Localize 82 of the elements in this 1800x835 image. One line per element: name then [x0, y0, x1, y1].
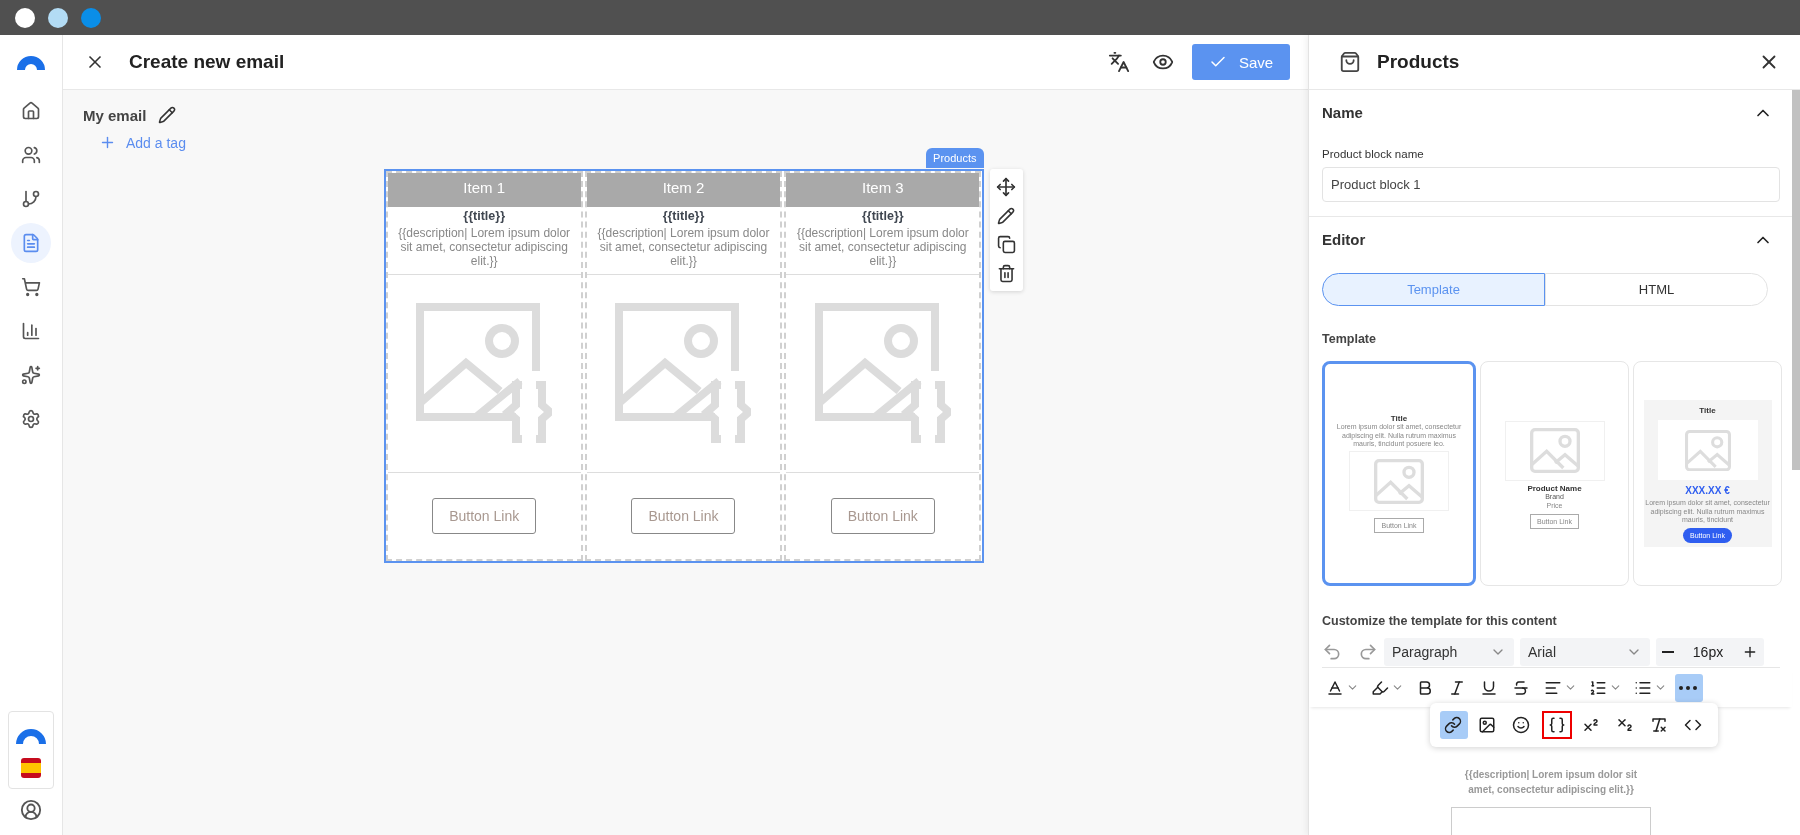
item-description: {{description| Lorem ipsum dolor sit amet, consectetur adipiscing elit.}} — [786, 223, 980, 275]
cart-icon — [21, 277, 41, 297]
text-color-icon — [1326, 678, 1344, 697]
page-title: Create new email — [129, 51, 286, 73]
item-description: {{description| Lorem ipsum dolor sit amet, consectetur adipiscing elit.}} — [586, 223, 781, 275]
pencil-icon[interactable] — [158, 106, 177, 124]
image-placeholder-icon — [1529, 428, 1580, 474]
highlight-icon — [1371, 678, 1389, 697]
block-tag: Products — [926, 148, 984, 168]
superscript-icon — [1582, 716, 1600, 734]
item-heading: Item 3 — [786, 173, 980, 207]
redo-icon[interactable] — [1358, 642, 1378, 662]
home-icon — [21, 101, 41, 121]
pencil-icon[interactable] — [997, 207, 1015, 225]
font-select[interactable]: Arial — [1520, 638, 1650, 666]
template-title: Product Name — [1527, 483, 1582, 494]
account-icon[interactable] — [20, 799, 42, 821]
settings-icon — [21, 409, 41, 429]
clear-format-icon — [1650, 716, 1668, 734]
image-placeholder-icon — [416, 302, 553, 445]
emoji-icon — [1512, 716, 1530, 734]
panel-title: Products — [1377, 51, 1461, 73]
move-icon[interactable] — [996, 177, 1016, 197]
image-placeholder-icon — [615, 302, 752, 445]
window-control[interactable] — [15, 7, 35, 28]
image-placeholder-icon — [1374, 458, 1424, 504]
font-size-control[interactable]: 16px — [1656, 638, 1764, 666]
item-title: {{title}} — [661, 209, 706, 223]
link-button[interactable] — [1440, 711, 1468, 739]
field-label: Product block name — [1322, 148, 1425, 160]
link-button: Button Link — [631, 498, 736, 534]
line-height-icon — [1589, 678, 1607, 697]
subscript-icon — [1616, 716, 1634, 734]
plus-icon — [1742, 644, 1758, 660]
email-name: My email — [83, 106, 147, 124]
section-heading: Name — [1322, 104, 1363, 121]
strike-icon — [1512, 678, 1530, 697]
variable-icon — [1548, 716, 1566, 734]
link-button: Button Link — [830, 498, 935, 534]
bag-icon — [1339, 51, 1361, 73]
more-button[interactable] — [1675, 673, 1703, 702]
flag-icon[interactable] — [21, 758, 41, 778]
block-type-select[interactable]: Paragraph — [1384, 638, 1514, 666]
image-placeholder-icon — [1684, 429, 1731, 471]
product-block[interactable] — [383, 169, 984, 563]
item-description: {{description| Lorem ipsum dolor sit amet, consectetur adipiscing elit.}} — [387, 223, 581, 275]
item-heading: Item 1 — [387, 173, 581, 207]
logo-icon — [15, 726, 47, 744]
minus-icon — [1662, 651, 1674, 653]
scrollbar-thumb[interactable] — [1792, 90, 1800, 470]
template-price: XXX.XX € — [1685, 485, 1730, 498]
item-title: {{title}} — [462, 209, 506, 223]
window-control[interactable] — [48, 7, 68, 28]
bar-chart-icon — [21, 321, 41, 341]
branch-icon — [21, 189, 41, 209]
mode-tab[interactable]: HTML — [1545, 273, 1768, 306]
more-icon — [1679, 685, 1697, 690]
variable-button[interactable] — [1542, 711, 1572, 739]
template-label: Template — [1322, 332, 1377, 346]
underline-icon — [1480, 678, 1498, 697]
template-title: Title — [1699, 405, 1716, 416]
nav-button[interactable] — [11, 223, 51, 263]
item-title: {{title}} — [860, 209, 905, 223]
input-field[interactable]: Product block 1 — [1322, 167, 1780, 202]
undo-icon[interactable] — [1322, 642, 1342, 662]
document-icon — [21, 233, 41, 253]
template-title: Title — [1390, 413, 1408, 424]
customize-label: Customize the template for this content — [1322, 614, 1558, 628]
trash-icon[interactable] — [996, 264, 1016, 283]
item-heading: Item 2 — [586, 173, 781, 207]
sparkles-icon — [21, 365, 41, 385]
image-icon — [1478, 716, 1496, 734]
translate-icon[interactable] — [1108, 51, 1130, 73]
plus-icon — [99, 134, 116, 151]
section-heading: Editor — [1322, 231, 1366, 248]
italic-icon — [1448, 678, 1466, 697]
image-placeholder-icon — [814, 302, 951, 445]
link-icon — [1444, 716, 1462, 734]
copy-icon[interactable] — [996, 235, 1016, 254]
people-icon — [21, 145, 41, 165]
preview-description: {{description| Lorem ipsum dolor sit amet, consectetur adipiscing elit.}} — [1463, 768, 1639, 797]
link-button: Button Link — [432, 498, 537, 534]
